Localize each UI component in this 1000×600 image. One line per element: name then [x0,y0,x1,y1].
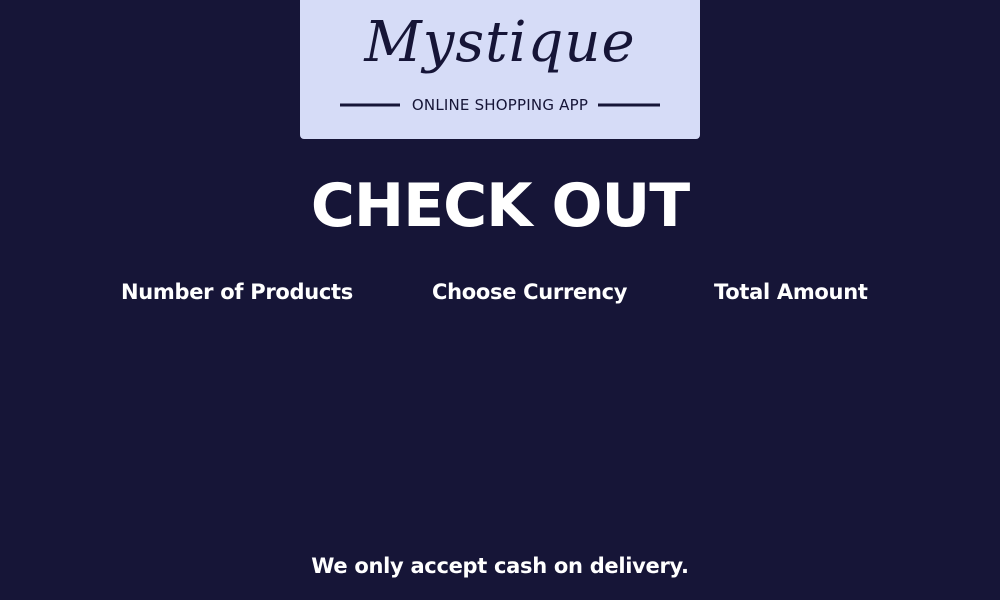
choose-currency-label: Choose Currency [432,280,628,304]
logo-tagline: ONLINE SHOPPING APP [411,96,589,114]
page-title: CHECK OUT [310,171,690,241]
total-amount-label: Total Amount [714,280,868,304]
brand-logo: Mystique ONLINE SHOPPING APP [300,0,700,139]
payment-note: We only accept cash on delivery. [311,554,689,578]
logo-tagline-rules [340,103,660,107]
number-of-products-label: Number of Products [121,280,353,304]
